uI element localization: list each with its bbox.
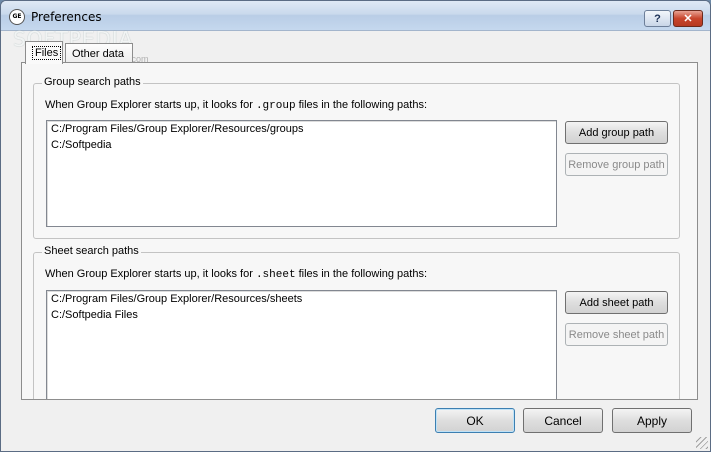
tab-files[interactable]: Files — [25, 41, 63, 64]
sheet-paths-description: When Group Explorer starts up, it looks … — [45, 268, 427, 281]
remove-sheet-path-button[interactable]: Remove sheet path — [565, 323, 668, 346]
close-icon: ✕ — [683, 13, 693, 25]
sheet-desc-suffix: files in the following paths: — [298, 268, 428, 280]
remove-group-path-button[interactable]: Remove group path — [565, 153, 668, 176]
group-search-paths-legend: Group search paths — [42, 76, 143, 88]
group-paths-list[interactable]: C:/Program Files/Group Explorer/Resource… — [46, 120, 557, 227]
sheet-desc-extension: .sheet — [255, 269, 296, 281]
group-search-paths-section: Group search paths When Group Explorer s… — [33, 76, 680, 239]
list-item[interactable]: C:/Softpedia — [47, 137, 556, 153]
app-icon: GE — [9, 9, 25, 25]
tab-other-data[interactable]: Other data — [65, 43, 133, 63]
sheet-paths-list[interactable]: C:/Program Files/Group Explorer/Resource… — [46, 290, 557, 399]
preferences-window: GE Preferences ? ✕ SOFTPEDIA www.softped… — [0, 0, 711, 452]
sheet-search-paths-legend: Sheet search paths — [42, 245, 141, 257]
files-tab-panel: Group search paths When Group Explorer s… — [21, 62, 698, 400]
title-bar[interactable]: GE Preferences ? ✕ — [1, 1, 710, 31]
sheet-search-paths-section: Sheet search paths When Group Explorer s… — [33, 245, 680, 399]
group-desc-prefix: When Group Explorer starts up, it looks … — [45, 99, 253, 111]
close-button[interactable]: ✕ — [673, 10, 703, 27]
group-paths-description: When Group Explorer starts up, it looks … — [45, 99, 427, 112]
window-title: Preferences — [31, 10, 102, 24]
list-item[interactable]: C:/Program Files/Group Explorer/Resource… — [47, 121, 556, 137]
cancel-button[interactable]: Cancel — [523, 408, 603, 433]
tab-other-data-label: Other data — [72, 47, 124, 60]
add-sheet-path-button[interactable]: Add sheet path — [565, 291, 668, 314]
tab-files-label: Files — [32, 46, 62, 60]
apply-button[interactable]: Apply — [612, 408, 692, 433]
group-desc-suffix: files in the following paths: — [298, 99, 428, 111]
add-group-path-button[interactable]: Add group path — [565, 121, 668, 144]
sheet-desc-prefix: When Group Explorer starts up, it looks … — [45, 268, 253, 280]
help-button[interactable]: ? — [644, 10, 671, 27]
ok-button[interactable]: OK — [435, 408, 515, 433]
group-desc-extension: .group — [255, 100, 296, 112]
resize-grip-icon[interactable] — [696, 437, 708, 449]
list-item[interactable]: C:/Softpedia Files — [47, 307, 556, 323]
list-item[interactable]: C:/Program Files/Group Explorer/Resource… — [47, 291, 556, 307]
